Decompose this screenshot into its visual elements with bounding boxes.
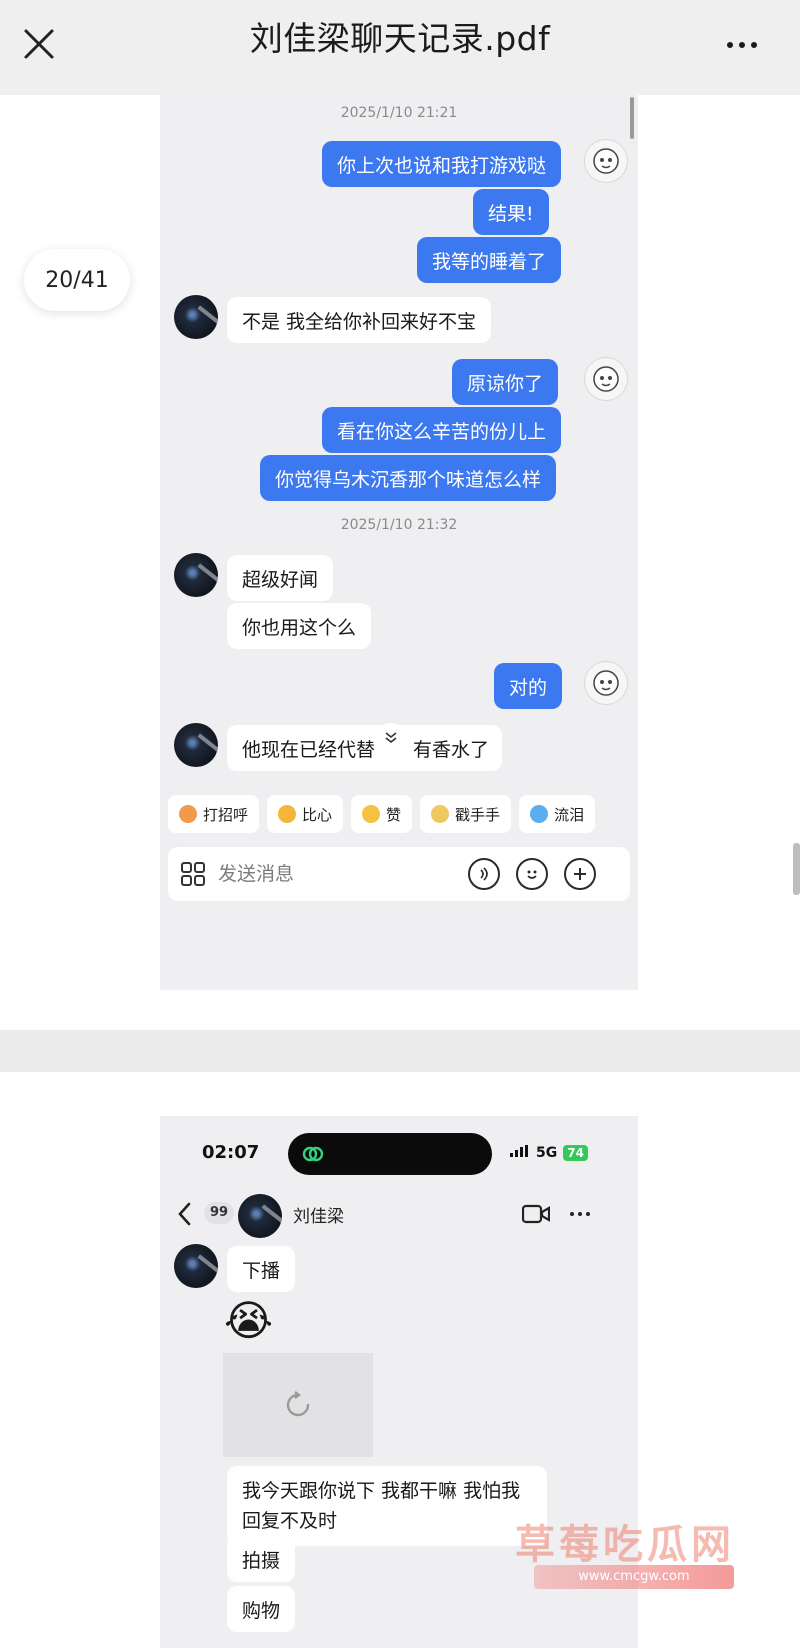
message-bubble-incoming: 下播 — [227, 1246, 296, 1292]
quick-reply-poke[interactable]: 戳手手 — [420, 795, 512, 833]
user-avatar — [584, 357, 628, 401]
message-text: 他现在已经代替 — [242, 738, 376, 761]
voice-icon[interactable] — [468, 858, 500, 890]
plus-icon[interactable] — [564, 858, 596, 890]
more-options-icon[interactable] — [720, 30, 764, 60]
link-icon — [302, 1146, 324, 1162]
quick-reply-heart[interactable]: 比心 — [267, 795, 344, 833]
quick-reply-cry[interactable]: 流泪 — [519, 795, 596, 833]
message-bubble-incoming: 超级好闻 — [227, 555, 334, 601]
contact-avatar[interactable] — [238, 1194, 282, 1238]
viewer-header: 刘佳梁聊天记录.pdf — [0, 0, 800, 95]
message-timestamp: 2025/1/10 21:32 — [340, 517, 458, 533]
heart-hands-icon — [278, 805, 297, 823]
status-time: 02:07 — [202, 1142, 260, 1163]
message-bubble-outgoing: 对的 — [494, 663, 563, 709]
chat-scrollbar[interactable] — [630, 97, 634, 139]
crying-face-icon — [530, 805, 549, 823]
message-bubble-outgoing: 看在你这么辛苦的份儿上 — [322, 407, 562, 453]
dynamic-island — [288, 1133, 492, 1175]
watermark-url: www.cmcgw.com — [534, 1565, 734, 1589]
battery-indicator: 74 — [563, 1145, 588, 1161]
poke-icon — [431, 805, 450, 823]
contact-avatar — [174, 723, 218, 767]
message-input-bar: 发送消息 — [168, 847, 630, 901]
chip-label: 戳手手 — [455, 805, 501, 824]
contact-name[interactable]: 刘佳梁 — [293, 1202, 344, 1227]
watermark-text: 草莓吃瓜网 — [515, 1522, 735, 1568]
quick-reply-like[interactable]: 赞 — [351, 795, 413, 833]
message-bubble-outgoing: 结果! — [473, 189, 549, 235]
unread-count-badge: 99 — [204, 1202, 235, 1224]
contact-avatar — [174, 553, 218, 597]
message-bubble-incoming: 我今天跟你说下 我都干嘛 我怕我回复不及时 — [227, 1466, 547, 1546]
message-bubble-outgoing: 你上次也说和我打游戏哒 — [322, 141, 562, 187]
quick-reply-bar: 打招呼 比心 赞 戳手手 流泪 — [168, 795, 596, 835]
message-bubble-incoming: 购物 — [227, 1586, 296, 1632]
wave-icon — [179, 805, 197, 823]
thumbs-up-icon — [362, 805, 381, 823]
emoji-icon[interactable] — [516, 858, 548, 890]
back-icon[interactable] — [174, 1200, 196, 1228]
loading-icon — [286, 1391, 310, 1417]
document-scrollbar[interactable] — [793, 843, 800, 895]
message-bubble-incoming: 不是 我全给你补回来好不宝 — [227, 297, 492, 343]
network-type: 5G — [536, 1145, 558, 1161]
chip-label: 赞 — [386, 805, 402, 824]
message-bubble-incoming: 你也用这个么 — [227, 603, 372, 649]
message-bubble-outgoing: 你觉得乌木沉香那个味道怎么样 — [260, 455, 557, 501]
contact-avatar — [174, 295, 218, 339]
user-avatar — [584, 139, 628, 183]
chip-label: 比心 — [302, 805, 333, 824]
contact-avatar — [174, 1244, 218, 1288]
page-indicator: 20/41 — [24, 249, 130, 311]
message-bubble-incoming: 拍摄 — [227, 1536, 296, 1582]
chat-screenshot: 2025/1/10 21:21 你上次也说和我打游戏哒 结果! 我等的睡着了 不… — [160, 95, 638, 990]
signal-icon — [510, 1145, 530, 1161]
scroll-to-bottom-icon[interactable] — [376, 723, 406, 753]
quick-reply-greet[interactable]: 打招呼 — [168, 795, 260, 833]
video-call-icon[interactable] — [521, 1204, 551, 1224]
message-timestamp: 2025/1/10 21:21 — [340, 105, 458, 121]
crying-emoji: 😭 — [224, 1296, 274, 1345]
message-bubble-incoming: 他现在已经代替 有香水了 — [227, 725, 502, 771]
image-placeholder — [223, 1353, 373, 1457]
chip-label: 流泪 — [554, 805, 585, 824]
document-title: 刘佳梁聊天记录.pdf — [249, 19, 551, 58]
message-text: 有香水了 — [413, 738, 490, 761]
chat-more-icon[interactable] — [570, 1212, 590, 1216]
chip-label: 打招呼 — [203, 805, 249, 824]
apps-grid-icon[interactable] — [180, 861, 206, 887]
message-input[interactable]: 发送消息 — [218, 847, 294, 901]
message-bubble-outgoing: 原谅你了 — [452, 359, 559, 405]
status-indicators: 5G 74 — [510, 1145, 588, 1161]
message-bubble-outgoing: 我等的睡着了 — [417, 237, 562, 283]
user-avatar — [584, 661, 628, 705]
